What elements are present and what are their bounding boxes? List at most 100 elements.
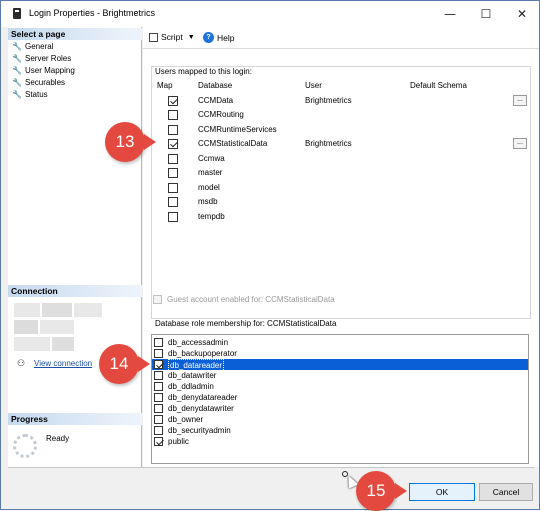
close-button[interactable]: ✕: [505, 5, 539, 23]
wrench-icon: 🔧: [12, 65, 22, 75]
page-label: User Mapping: [25, 65, 75, 75]
role-membership-label: Database role membership for: CCMStatist…: [155, 319, 337, 328]
page-user-mapping[interactable]: 🔧 User Mapping: [12, 64, 75, 76]
connection-icon: ⚇: [17, 359, 26, 369]
help-label: Help: [217, 32, 235, 43]
wrench-icon: 🔧: [12, 89, 22, 99]
page-label: Status: [25, 89, 48, 99]
role-checkbox[interactable]: [154, 382, 163, 391]
list-item[interactable]: db_datawriter: [152, 370, 528, 381]
page-server-roles[interactable]: 🔧 Server Roles: [12, 52, 71, 64]
role-checkbox[interactable]: [154, 349, 163, 358]
role-checkbox[interactable]: [154, 360, 163, 369]
footer-divider: [8, 467, 534, 468]
role-name: db_denydatawriter: [168, 404, 234, 413]
role-list: db_accessadmin db_backupoperator db_data…: [151, 334, 529, 464]
callout-pointer: [138, 356, 150, 372]
map-checkbox[interactable]: [168, 96, 178, 106]
column-map: Map: [157, 81, 173, 90]
column-user: User: [305, 81, 322, 90]
progress-heading: Progress: [8, 413, 142, 425]
select-page-heading: Select a page: [8, 28, 142, 40]
callout-pointer: [395, 483, 407, 499]
view-connection-link[interactable]: View connection: [34, 359, 92, 368]
users-mapped-label: Users mapped to this login:: [155, 67, 252, 76]
database-name: CCMData: [198, 96, 234, 105]
wrench-icon: 🔧: [12, 77, 22, 87]
page-label: General: [25, 41, 54, 51]
role-checkbox[interactable]: [154, 404, 163, 413]
database-name: tempdb: [198, 212, 225, 221]
database-name: master: [198, 168, 223, 177]
map-checkbox[interactable]: [168, 125, 178, 135]
page-status[interactable]: 🔧 Status: [12, 88, 48, 100]
redacted-block: [42, 303, 72, 317]
role-checkbox[interactable]: [154, 437, 163, 446]
guest-label: Guest account enabled for: CCMStatistica…: [167, 295, 335, 304]
role-name: db_accessadmin: [168, 338, 229, 347]
list-item[interactable]: db_datareader: [152, 359, 528, 372]
redacted-block: [14, 320, 38, 334]
role-name: public: [168, 437, 189, 446]
wrench-icon: 🔧: [12, 41, 22, 51]
minimize-button[interactable]: —: [433, 5, 467, 23]
list-item[interactable]: db_ddladmin: [152, 381, 528, 392]
schema-browse-button[interactable]: ...: [513, 138, 527, 149]
role-name: db_ddladmin: [168, 382, 214, 391]
database-name: msdb: [198, 197, 218, 206]
toolbar: Script ▼ ? Help: [143, 27, 539, 49]
redacted-block: [40, 320, 74, 334]
map-checkbox[interactable]: [168, 168, 178, 178]
maximize-button[interactable]: ☐: [469, 5, 503, 23]
map-checkbox[interactable]: [168, 110, 178, 120]
role-name: db_backupoperator: [168, 349, 237, 358]
guest-checkbox: [153, 295, 162, 304]
redacted-block: [14, 337, 50, 351]
dropdown-arrow-icon: ▼: [187, 33, 195, 41]
role-checkbox[interactable]: [154, 393, 163, 402]
cancel-button[interactable]: Cancel: [479, 483, 533, 501]
list-item[interactable]: db_accessadmin: [152, 337, 528, 348]
role-name: db_denydatareader: [168, 393, 238, 402]
list-item[interactable]: db_denydatawriter: [152, 403, 528, 414]
role-checkbox[interactable]: [154, 371, 163, 380]
schema-browse-button[interactable]: ...: [513, 95, 527, 106]
database-name: Ccmwa: [198, 154, 225, 163]
redacted-block: [14, 303, 40, 317]
ok-button[interactable]: OK: [409, 483, 475, 501]
map-checkbox[interactable]: [168, 197, 178, 207]
list-item[interactable]: db_backupoperator: [152, 348, 528, 359]
column-database: Database: [198, 81, 233, 90]
role-checkbox[interactable]: [154, 338, 163, 347]
database-name: CCMRouting: [198, 110, 244, 119]
map-checkbox[interactable]: [168, 212, 178, 222]
role-name: db_datawriter: [168, 371, 217, 380]
progress-spinner-icon: [13, 434, 37, 458]
list-item[interactable]: db_securityadmin: [152, 425, 528, 436]
page-general[interactable]: 🔧 General: [12, 40, 53, 52]
database-name: model: [198, 183, 220, 192]
column-default-schema: Default Schema: [410, 81, 467, 90]
map-checkbox[interactable]: [168, 139, 178, 149]
user-name: Brightmetrics: [305, 139, 352, 148]
redacted-block: [74, 303, 102, 317]
map-checkbox[interactable]: [168, 154, 178, 164]
wrench-icon: 🔧: [12, 53, 22, 63]
list-item[interactable]: db_denydatareader: [152, 392, 528, 403]
list-item[interactable]: public: [152, 436, 528, 447]
help-button[interactable]: ? Help: [203, 32, 234, 43]
page-label: Securables: [25, 77, 66, 87]
script-label: Script: [161, 32, 183, 42]
role-name: db_owner: [168, 415, 204, 424]
role-checkbox[interactable]: [154, 426, 163, 435]
script-button[interactable]: Script ▼: [149, 32, 195, 42]
list-item[interactable]: db_owner: [152, 414, 528, 425]
database-name: CCMStatisticalData: [198, 139, 268, 148]
callout-pointer: [144, 134, 156, 150]
left-panel: Select a page 🔧 General 🔧 Server Roles 🔧 Us…: [8, 27, 142, 467]
role-checkbox[interactable]: [154, 415, 163, 424]
step-callout-13: 13: [105, 122, 145, 162]
page-securables[interactable]: 🔧 Securables: [12, 76, 65, 88]
window-title: Login Properties - Brightmetrics: [29, 8, 156, 18]
map-checkbox[interactable]: [168, 183, 178, 193]
